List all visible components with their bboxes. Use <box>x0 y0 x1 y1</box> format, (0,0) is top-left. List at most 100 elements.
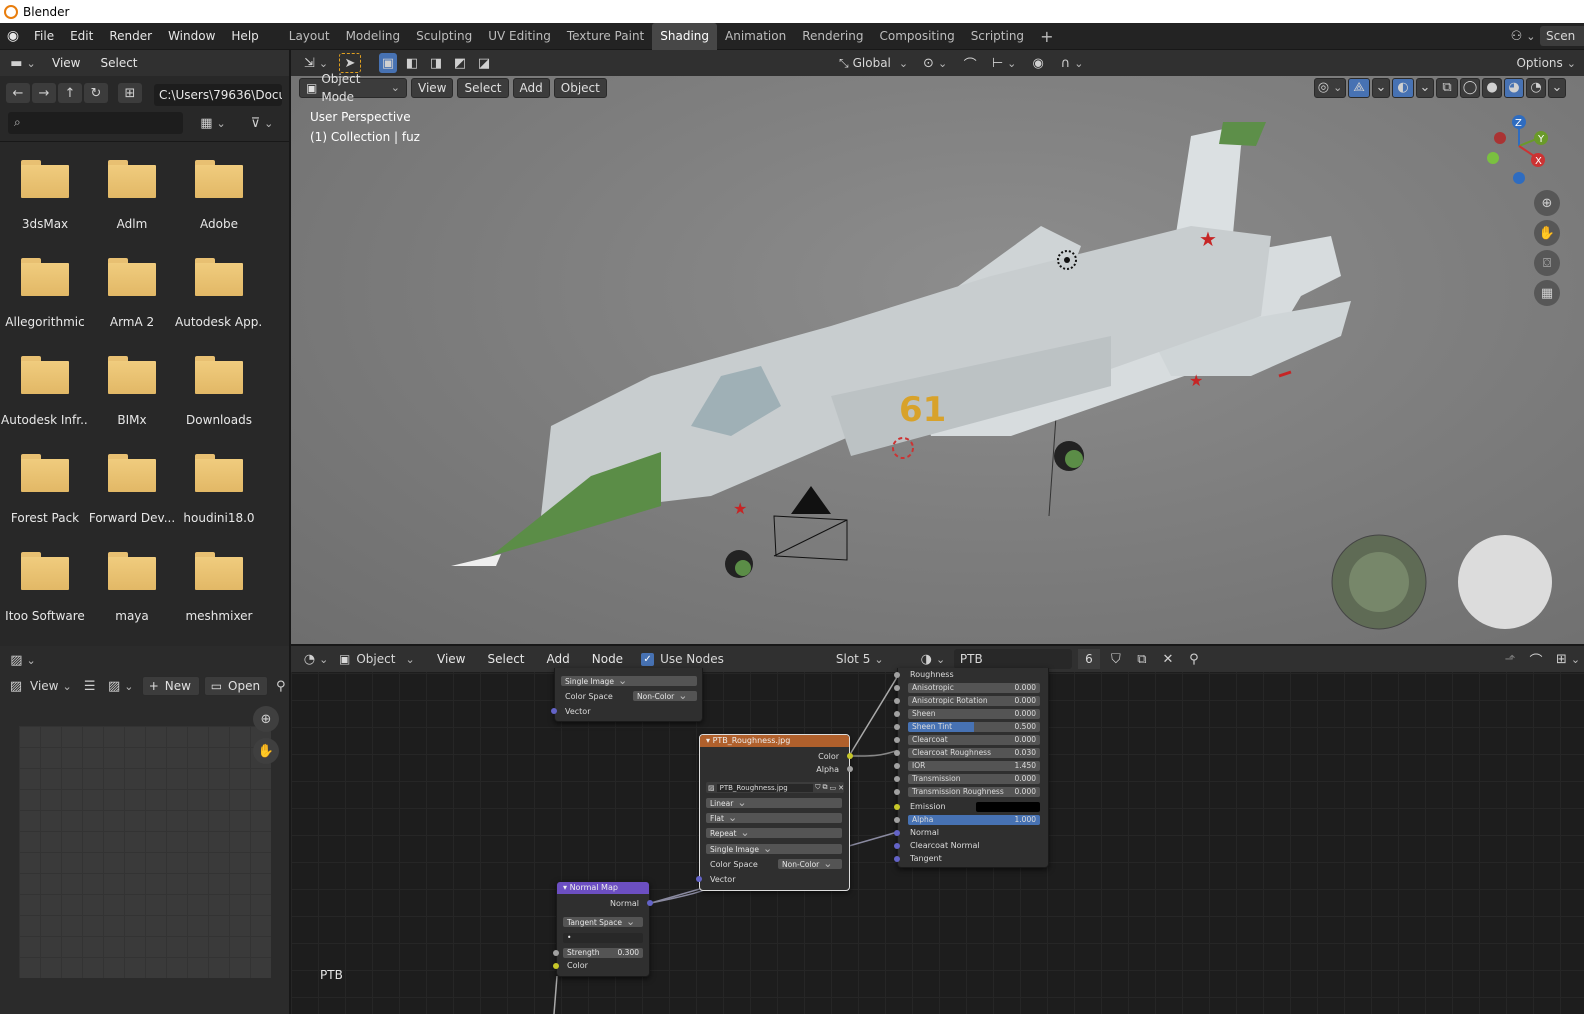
uv-map-field[interactable]: • <box>563 933 643 943</box>
tab-compositing[interactable]: Compositing <box>871 23 962 50</box>
menu-edit[interactable]: Edit <box>62 23 101 50</box>
ortho-grid-icon[interactable]: ▦ <box>1534 280 1560 306</box>
new-image-button[interactable]: + New <box>141 676 200 696</box>
bsdf-input-socket[interactable] <box>894 763 900 769</box>
zoom-icon[interactable]: ⊕ <box>1534 190 1560 216</box>
fb-menu-view[interactable]: View <box>44 50 88 76</box>
bsdf-prop-field[interactable]: Clearcoat Roughness 0.030 <box>908 748 1040 758</box>
scene-selector-icon[interactable]: ⚇ <box>1506 26 1540 46</box>
bsdf-input-socket[interactable] <box>894 685 900 691</box>
pan-hand-icon[interactable]: ✋ <box>253 738 279 764</box>
tab-animation[interactable]: Animation <box>717 23 794 50</box>
scene-name-field[interactable]: Scen <box>1540 26 1584 46</box>
folder-item[interactable]: Forward Dev... <box>88 444 176 542</box>
principled-bsdf-node[interactable]: Roughness Anisotropic 0.000 Anisotropic Ro… <box>894 668 1049 868</box>
bsdf-input-socket[interactable] <box>894 698 900 704</box>
normal-out-socket[interactable] <box>647 900 653 906</box>
bsdf-prop-field[interactable]: Clearcoat 0.000 <box>908 735 1040 745</box>
color-space-dropdown[interactable]: Non-Color <box>633 691 697 701</box>
pivot-point-icon[interactable]: ⊙ <box>918 53 952 73</box>
menu-render[interactable]: Render <box>101 23 160 50</box>
interpolation-dropdown[interactable]: Linear <box>706 798 842 808</box>
bsdf-prop-field[interactable]: Anisotropic Rotation 0.000 <box>908 696 1040 706</box>
folder-item[interactable]: Autodesk App... <box>175 248 263 346</box>
folder-item[interactable]: Adobe <box>175 150 263 248</box>
gizmo-neg-y-ball[interactable] <box>1487 152 1499 164</box>
image-name-field[interactable]: PTB_Roughness.jpg <box>716 783 814 792</box>
bsdf-input-socket[interactable] <box>894 711 900 717</box>
add-workspace-icon[interactable]: + <box>1032 23 1061 50</box>
select-intersect-icon[interactable]: ◪ <box>475 53 493 73</box>
snap-target-icon[interactable]: ⊢ <box>988 53 1020 73</box>
display-mode-icon[interactable]: ▦ <box>193 113 233 133</box>
menu-file[interactable]: File <box>26 23 62 50</box>
blender-menu-icon[interactable]: ◉ <box>0 28 26 44</box>
select-subtract-icon[interactable]: ◨ <box>427 53 445 73</box>
falloff-icon[interactable]: ∩ <box>1056 53 1088 73</box>
bsdf-prop-field[interactable]: Anisotropic 0.000 <box>908 683 1040 693</box>
emission-color-swatch[interactable] <box>976 802 1040 812</box>
folder-item[interactable]: BIMx <box>88 346 176 444</box>
filter-icon[interactable]: ⊽ <box>242 113 282 133</box>
image-texture-node-partial[interactable]: Single Image Color Space Non-Color Vecto… <box>551 668 703 722</box>
ie-menu-view[interactable]: View <box>30 679 76 693</box>
roughness-node-header[interactable]: ▾ PTB_Roughness.jpg <box>700 735 849 747</box>
folder-item[interactable]: Downloads <box>175 346 263 444</box>
bsdf-input-socket[interactable] <box>894 750 900 756</box>
fb-menu-select[interactable]: Select <box>92 50 145 76</box>
uv-grid[interactable] <box>19 726 271 978</box>
editor-type-icon[interactable]: ▨ <box>6 650 40 670</box>
bsdf-prop-field[interactable]: Sheen Tint 0.500 <box>908 722 1040 732</box>
fake-user-icon[interactable]: ⛉ <box>815 783 820 792</box>
tab-sculpting[interactable]: Sculpting <box>408 23 480 50</box>
normal-map-node[interactable]: ▾ Normal Map Normal Tangent Space • Stre… <box>553 881 653 977</box>
color-space-dropdown[interactable]: Non-Color <box>778 859 842 869</box>
path-field[interactable]: C:\Users\79636\Docu... <box>154 84 282 106</box>
space-dropdown[interactable]: Tangent Space <box>563 917 643 927</box>
camera-view-icon[interactable]: ⌼ <box>1534 250 1560 276</box>
vector-socket[interactable] <box>551 708 557 714</box>
folder-item[interactable]: meshmixer <box>175 542 263 640</box>
bsdf-prop-field[interactable]: Sheen 0.000 <box>908 709 1040 719</box>
folder-item[interactable]: Allegorithmic <box>1 248 89 346</box>
color-out-socket[interactable] <box>847 753 853 759</box>
gizmo-neg-x-ball[interactable] <box>1494 132 1506 144</box>
snap-icon[interactable]: ⌒ <box>958 53 982 73</box>
tab-texture-paint[interactable]: Texture Paint <box>559 23 652 50</box>
tab-layout[interactable]: Layout <box>281 23 338 50</box>
projection-dropdown[interactable]: Flat <box>706 813 842 823</box>
search-input[interactable]: ⌕ <box>8 112 183 134</box>
folder-item[interactable]: Autodesk Infr... <box>1 346 89 444</box>
menu-window[interactable]: Window <box>160 23 223 50</box>
folder-item[interactable]: ArmA 2 <box>88 248 176 346</box>
bsdf-prop-field[interactable]: Transmission 0.000 <box>908 774 1040 784</box>
unlink-icon[interactable]: ✕ <box>838 784 844 792</box>
open-folder-icon[interactable]: ▭ <box>830 784 837 792</box>
refresh-icon[interactable]: ↻ <box>84 83 108 103</box>
folder-item[interactable]: 3dsMax <box>1 150 89 248</box>
projection-dropdown[interactable]: Single Image <box>561 676 697 686</box>
pin-icon[interactable]: ⚲ <box>272 676 290 696</box>
shader-node-editor[interactable]: ◔ ▣Object View Select Add Node ✓ Use Nod… <box>291 646 1584 1014</box>
folder-item[interactable]: Adlm <box>88 150 176 248</box>
roughness-texture-node[interactable]: ▾ PTB_Roughness.jpg Color Alpha ▨ PTB_Ro… <box>696 734 853 891</box>
open-image-button[interactable]: ▭ Open <box>203 676 268 696</box>
emission-socket[interactable] <box>894 804 900 810</box>
bsdf-input-socket[interactable] <box>894 737 900 743</box>
menu-help[interactable]: Help <box>223 23 266 50</box>
source-dropdown[interactable]: Single Image <box>706 844 842 854</box>
tab-scripting[interactable]: Scripting <box>963 23 1032 50</box>
strength-socket[interactable] <box>553 950 559 956</box>
gizmo-neg-z-ball[interactable] <box>1513 172 1525 184</box>
tab-rendering[interactable]: Rendering <box>794 23 871 50</box>
forward-arrow-icon[interactable]: → <box>32 83 56 103</box>
folder-item[interactable]: houdini18.0 <box>175 444 263 542</box>
alpha-socket[interactable] <box>894 817 900 823</box>
new-folder-icon[interactable]: ⊞ <box>118 83 142 103</box>
roughness-socket[interactable] <box>894 672 900 678</box>
tab-uv-editing[interactable]: UV Editing <box>480 23 559 50</box>
bsdf-prop-field[interactable]: Transmission Roughness 0.000 <box>908 787 1040 797</box>
pan-hand-icon[interactable]: ✋ <box>1534 220 1560 246</box>
parent-dir-icon[interactable]: ↑ <box>58 83 82 103</box>
bsdf-prop-field[interactable]: IOR 1.450 <box>908 761 1040 771</box>
